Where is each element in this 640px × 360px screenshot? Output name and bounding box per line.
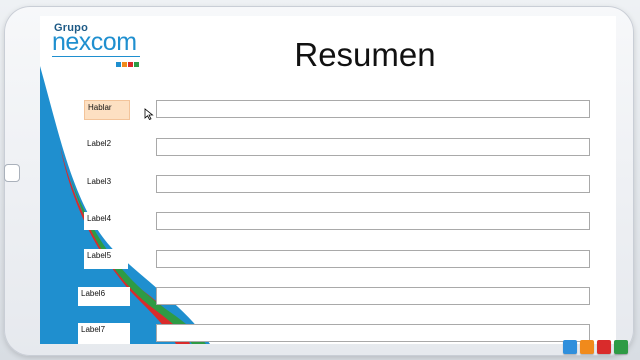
- field-input-7[interactable]: [156, 324, 590, 342]
- field-input-5[interactable]: [156, 250, 590, 268]
- app-screen: Grupo nexcom Resumen Hablar Label2 Label…: [40, 16, 616, 344]
- field-label-4: Label4: [84, 212, 128, 230]
- page-title: Resumen: [294, 36, 436, 73]
- field-label-3: Label3: [84, 175, 115, 188]
- tile-green[interactable]: [614, 340, 628, 354]
- tile-red[interactable]: [597, 340, 611, 354]
- field-input-4[interactable]: [156, 212, 590, 230]
- field-label-2: Label2: [84, 137, 115, 150]
- field-input-3[interactable]: [156, 175, 590, 193]
- home-button[interactable]: [4, 164, 20, 182]
- field-input-2[interactable]: [156, 138, 590, 156]
- field-label-7: Label7: [78, 323, 130, 344]
- tile-orange[interactable]: [580, 340, 594, 354]
- app-tiles: [563, 340, 628, 354]
- tile-blue[interactable]: [563, 340, 577, 354]
- mouse-pointer-icon: [144, 108, 154, 120]
- field-label-6: Label6: [78, 287, 130, 306]
- field-input-1[interactable]: [156, 100, 590, 118]
- field-label-hablar[interactable]: Hablar: [84, 100, 130, 120]
- field-label-5: Label5: [84, 249, 128, 269]
- field-input-6[interactable]: [156, 287, 590, 305]
